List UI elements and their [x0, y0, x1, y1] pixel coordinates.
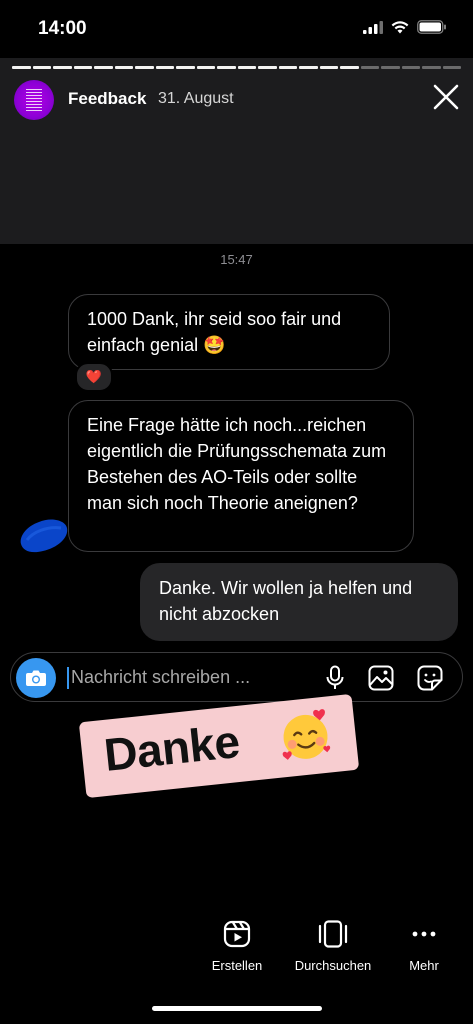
- progress-segment: [278, 66, 297, 69]
- progress-segment: [237, 66, 256, 69]
- message-text: 1000 Dank, ihr seid soo fair und einfach…: [87, 309, 342, 355]
- progress-segment: [258, 66, 277, 69]
- home-indicator[interactable]: [152, 1006, 322, 1011]
- progress-segment: [381, 66, 400, 69]
- progress-segment: [299, 66, 318, 69]
- nav-browse-label: Durchsuchen: [294, 958, 372, 973]
- progress-segment: [401, 66, 420, 69]
- microphone-icon: [326, 665, 344, 689]
- text-cursor: [67, 667, 69, 689]
- progress-segment: [217, 66, 236, 69]
- story-date: 31. August: [158, 90, 234, 107]
- nav-create-label: Erstellen: [211, 958, 263, 973]
- status-time: 14:00: [38, 18, 87, 39]
- progress-segment: [53, 66, 72, 69]
- progress-segment: [155, 66, 174, 69]
- message-text: Danke. Wir wollen ja helfen und nicht ab…: [159, 578, 413, 624]
- browse-carousel-icon: [318, 920, 348, 948]
- smiling-face-with-hearts-icon: [282, 709, 331, 760]
- close-button[interactable]: [433, 84, 459, 110]
- camera-icon: [26, 670, 46, 686]
- gallery-button[interactable]: [367, 664, 395, 692]
- message-timestamp: 15:47: [220, 252, 253, 267]
- battery-icon: [417, 20, 446, 34]
- signal-icon: [363, 20, 383, 34]
- more-dots-icon: [412, 931, 436, 937]
- message-text: Eine Frage hätte ich noch...reichen eige…: [87, 415, 387, 513]
- progress-segment: [94, 66, 113, 69]
- sticker-icon: [417, 665, 443, 691]
- message-bubble-outgoing[interactable]: Danke. Wir wollen ja helfen und nicht ab…: [140, 563, 458, 641]
- message-input[interactable]: Nachricht schreiben ...: [71, 667, 250, 688]
- progress-segment: [12, 66, 31, 69]
- story-header: Feedback 31. August: [0, 58, 473, 244]
- progress-segment: [360, 66, 379, 69]
- camera-button[interactable]: [16, 658, 56, 698]
- nav-create[interactable]: Erstellen: [187, 920, 287, 973]
- story-progress-bar: [12, 66, 461, 69]
- message-bubble-incoming[interactable]: Eine Frage hätte ich noch...reichen eige…: [68, 400, 414, 552]
- reaction-badge[interactable]: ❤️: [75, 362, 113, 392]
- message-composer: Nachricht schreiben ...: [10, 652, 463, 702]
- danke-sticker[interactable]: Danke: [78, 693, 360, 799]
- progress-segment: [196, 66, 215, 69]
- progress-segment: [422, 66, 441, 69]
- progress-segment: [135, 66, 154, 69]
- message-bubble-incoming[interactable]: 1000 Dank, ihr seid soo fair und einfach…: [68, 294, 390, 370]
- bottom-navigation: Erstellen Durchsuchen Mehr: [0, 910, 473, 990]
- close-icon: [433, 84, 459, 110]
- nav-more-label: Mehr: [409, 958, 439, 973]
- heart-icon: ❤️: [85, 369, 103, 384]
- nav-browse[interactable]: Durchsuchen: [283, 920, 383, 973]
- image-icon: [368, 665, 394, 691]
- progress-segment: [114, 66, 133, 69]
- sticker-text: Danke: [101, 715, 242, 781]
- scribble-mark: [20, 519, 68, 553]
- progress-segment: [73, 66, 92, 69]
- microphone-button[interactable]: [321, 664, 349, 692]
- wifi-icon: [391, 20, 409, 33]
- reels-create-icon: [223, 920, 251, 948]
- progress-segment: [176, 66, 195, 69]
- story-author-name[interactable]: Feedback: [68, 89, 146, 109]
- progress-segment: [442, 66, 461, 69]
- progress-segment: [319, 66, 338, 69]
- progress-segment: [340, 66, 359, 69]
- status-bar: 14:00: [0, 0, 473, 58]
- status-icons: [363, 20, 447, 34]
- sticker-button[interactable]: [416, 664, 444, 692]
- avatar[interactable]: [14, 80, 54, 120]
- progress-segment: [32, 66, 51, 69]
- nav-more[interactable]: Mehr: [374, 920, 473, 973]
